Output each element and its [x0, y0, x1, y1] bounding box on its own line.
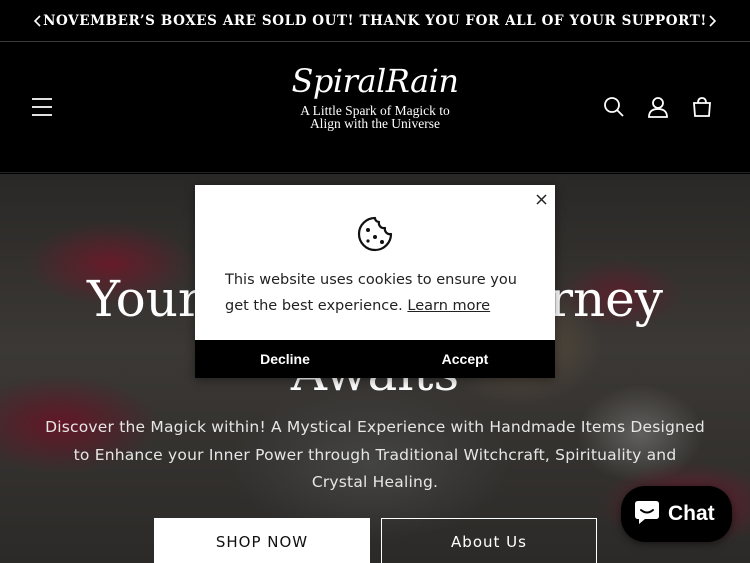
chat-widget-button[interactable]: Chat [621, 486, 732, 542]
close-icon[interactable] [533, 189, 549, 209]
announcement-text: NOVEMBER’S BOXES ARE SOLD OUT! THANK YOU… [43, 12, 707, 29]
shop-now-button[interactable]: SHOP NOW [154, 518, 370, 563]
site-logo[interactable]: SpiralRain A Little Spark of Magick to A… [285, 61, 465, 153]
hero-description: Discover the Magick within! A Mystical E… [45, 418, 705, 491]
accept-button[interactable]: Accept [375, 340, 555, 378]
cookie-banner: This website uses cookies to ensure you … [195, 185, 555, 378]
chevron-right-icon[interactable] [702, 11, 722, 31]
decline-button[interactable]: Decline [195, 340, 375, 378]
cart-icon[interactable] [690, 95, 714, 119]
menu-icon[interactable] [30, 96, 54, 118]
cookie-message: This website uses cookies to ensure you … [225, 267, 535, 319]
search-icon[interactable] [602, 95, 626, 119]
cookie-icon [356, 215, 394, 253]
site-header: SpiralRain A Little Spark of Magick to A… [0, 43, 750, 173]
announcement-bar: NOVEMBER’S BOXES ARE SOLD OUT! THANK YOU… [0, 0, 750, 42]
chevron-left-icon[interactable] [28, 11, 48, 31]
cookie-actions: Decline Accept [195, 340, 555, 378]
learn-more-link[interactable]: Learn more [407, 298, 490, 314]
about-us-button[interactable]: About Us [381, 518, 597, 563]
chat-bubble-icon [633, 498, 661, 531]
logo-tagline: A Little Spark of Magick to Align with t… [300, 103, 450, 131]
account-icon[interactable] [646, 95, 670, 119]
chat-label: Chat [668, 502, 715, 525]
logo-title: SpiralRain [291, 62, 460, 100]
